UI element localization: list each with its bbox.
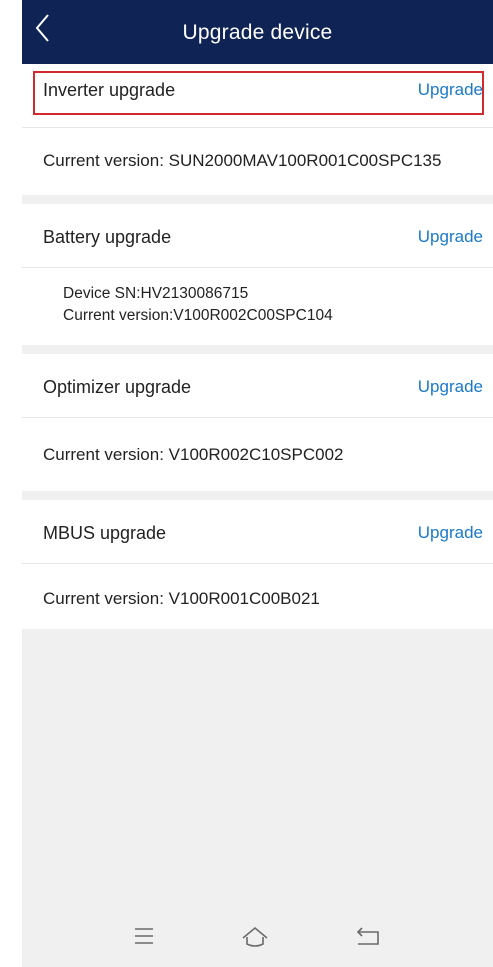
title-bar: Upgrade device <box>22 0 493 64</box>
optimizer-version: Current version: V100R002C10SPC002 <box>43 445 344 464</box>
upgrade-list: Inverter upgrade Upgrade Current version… <box>22 64 493 629</box>
inverter-upgrade-button[interactable]: Upgrade <box>418 57 483 121</box>
mbus-upgrade-row[interactable]: MBUS upgrade Upgrade <box>22 500 493 564</box>
app-screen: Upgrade device Inverter upgrade Upgrade … <box>22 0 493 967</box>
inverter-version: Current version: SUN2000MAV100R001C00SPC… <box>43 151 442 170</box>
back-arrow-icon <box>356 927 379 945</box>
optimizer-upgrade-button[interactable]: Upgrade <box>418 354 483 418</box>
optimizer-upgrade-row[interactable]: Optimizer upgrade Upgrade <box>22 354 493 418</box>
back-nav-button[interactable] <box>348 923 388 951</box>
system-nav-bar <box>22 907 493 967</box>
inverter-upgrade-label: Inverter upgrade <box>43 80 176 100</box>
inverter-section: Inverter upgrade Upgrade Current version… <box>22 64 493 195</box>
battery-serial-number: Device SN:HV2130086715 <box>63 285 249 302</box>
mbus-upgrade-button[interactable]: Upgrade <box>418 500 483 564</box>
menu-icon <box>135 928 153 944</box>
battery-upgrade-row[interactable]: Battery upgrade Upgrade <box>22 204 493 268</box>
home-icon <box>242 926 268 947</box>
battery-info: Device SN:HV2130086715 Current version:V… <box>22 268 493 345</box>
optimizer-section: Optimizer upgrade Upgrade Current versio… <box>22 354 493 491</box>
page-title: Upgrade device <box>182 21 333 44</box>
menu-nav-button[interactable] <box>124 923 164 951</box>
battery-upgrade-button[interactable]: Upgrade <box>418 204 483 268</box>
mbus-upgrade-label: MBUS upgrade <box>43 523 167 543</box>
mbus-section: MBUS upgrade Upgrade Current version: V1… <box>22 500 493 629</box>
battery-version: Current version:V100R002C00SPC104 <box>63 307 333 324</box>
battery-section: Battery upgrade Upgrade Device SN:HV2130… <box>22 204 493 345</box>
battery-upgrade-label: Battery upgrade <box>43 227 172 247</box>
mbus-version: Current version: V100R001C00B021 <box>43 589 320 608</box>
optimizer-upgrade-label: Optimizer upgrade <box>43 377 192 397</box>
inverter-upgrade-row[interactable]: Inverter upgrade Upgrade <box>22 64 493 128</box>
home-nav-button[interactable] <box>235 923 275 951</box>
